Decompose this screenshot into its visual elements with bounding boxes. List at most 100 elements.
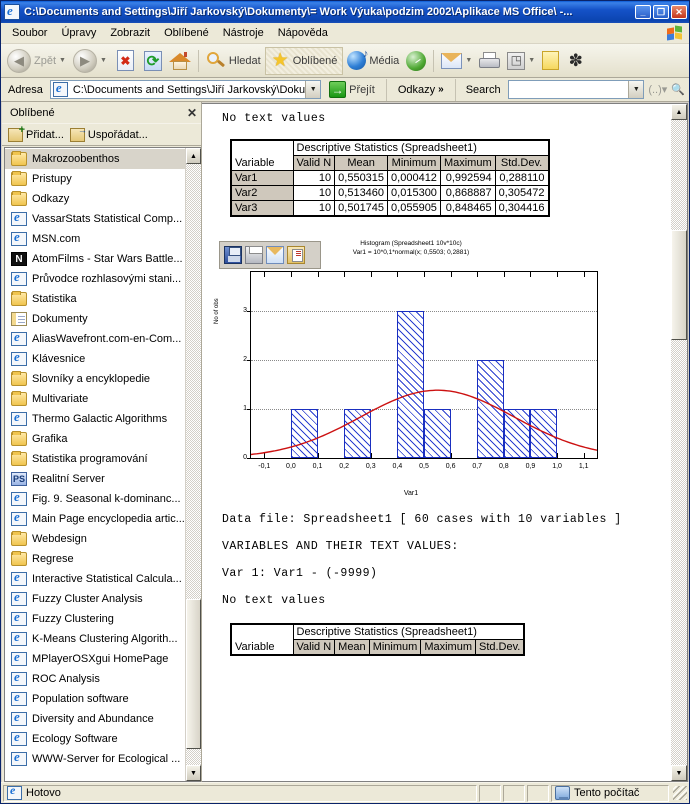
ie-shortcut-icon <box>11 229 27 246</box>
stop-button[interactable] <box>111 47 140 75</box>
list-item[interactable]: Interactive Statistical Calcula... <box>5 569 185 589</box>
content-scrollbar[interactable]: ▲ ▼ <box>671 104 687 781</box>
save-floppy-icon[interactable] <box>224 246 242 264</box>
mail-button[interactable]: ▼ <box>438 47 475 75</box>
list-item[interactable]: Makrozoobenthos <box>5 149 185 169</box>
note-button[interactable] <box>539 47 562 75</box>
search-button[interactable]: Hledat <box>203 47 264 75</box>
list-item[interactable]: Thermo Galactic Algorithms <box>5 409 185 429</box>
search-input[interactable]: ▼ <box>507 80 645 99</box>
favorites-scrollbar[interactable]: ▲ ▼ <box>185 148 201 781</box>
histogram-bar <box>397 311 424 458</box>
chevron-down-icon[interactable]: ▼ <box>628 81 644 98</box>
list-item[interactable]: MPlayerOSXgui HomePage <box>5 649 185 669</box>
print-preview-icon[interactable] <box>287 246 305 264</box>
chevron-down-icon[interactable]: ▼ <box>305 81 321 98</box>
ie-status-icon <box>7 783 22 800</box>
list-item[interactable]: Klávesnice <box>5 349 185 369</box>
chevron-double-right-icon[interactable]: » <box>438 84 444 95</box>
messenger-flower-icon <box>566 51 585 70</box>
cell-maximum: 0,868887 <box>439 185 496 201</box>
chevron-down-icon[interactable]: ▼ <box>59 57 66 64</box>
list-item[interactable]: Realitní Server <box>5 469 185 489</box>
menu-oblibene[interactable]: Oblíbené <box>157 25 216 41</box>
scroll-down-icon[interactable]: ▼ <box>671 765 687 781</box>
address-input[interactable]: C:\Documents and Settings\Jiří Jarkovský… <box>49 80 322 99</box>
list-item[interactable]: MSN.com <box>5 229 185 249</box>
favorites-pane-title: Oblíbené <box>10 106 55 119</box>
menu-soubor[interactable]: Soubor <box>5 25 54 41</box>
edit-button[interactable]: ▼ <box>504 47 538 75</box>
chevron-down-icon[interactable]: ▼ <box>100 57 107 64</box>
x-axis-tickmark-top <box>317 272 319 277</box>
list-item[interactable]: WWW-Server for Ecological ... <box>5 749 185 769</box>
email-icon[interactable] <box>266 246 284 264</box>
list-item[interactable]: Fuzzy Cluster Analysis <box>5 589 185 609</box>
chevron-down-icon[interactable]: ▼ <box>528 57 535 64</box>
column-header-std-dev: Std.Dev. <box>474 639 525 656</box>
list-item[interactable]: VassarStats Statistical Comp... <box>5 209 185 229</box>
maximize-button[interactable]: ❐ <box>653 5 669 19</box>
history-button[interactable] <box>403 47 429 75</box>
list-item[interactable]: AliasWavefront.com-en-Com... <box>5 329 185 349</box>
close-button[interactable]: ✕ <box>671 5 687 19</box>
menu-zobrazit[interactable]: Zobrazit <box>103 25 157 41</box>
status-message: Hotovo <box>26 787 61 799</box>
list-item[interactable]: Fuzzy Clustering <box>5 609 185 629</box>
list-item[interactable]: ROC Analysis <box>5 669 185 689</box>
list-item[interactable]: K-Means Clustering Algorith... <box>5 629 185 649</box>
list-item[interactable]: Odkazy <box>5 189 185 209</box>
media-button[interactable]: Média <box>344 47 402 75</box>
list-item-label: Průvodce rozhlasovými stani... <box>32 273 182 285</box>
menu-upravy[interactable]: Úpravy <box>54 25 103 41</box>
home-button[interactable] <box>166 47 194 75</box>
list-item[interactable]: Průvodce rozhlasovými stani... <box>5 269 185 289</box>
messenger-button[interactable] <box>563 47 588 75</box>
x-axis-tick: 0,2 <box>339 463 349 470</box>
list-item[interactable]: Statistika programování <box>5 449 185 469</box>
refresh-button[interactable] <box>141 47 165 75</box>
go-button[interactable]: → Přejít <box>325 80 379 100</box>
go-arrow-icon: → <box>329 81 347 98</box>
list-item[interactable]: Ecology Software <box>5 729 185 749</box>
scrollbar-thumb[interactable] <box>186 599 201 749</box>
list-item[interactable]: AtomFilms - Star Wars Battle... <box>5 249 185 269</box>
search-go-icon[interactable]: 🔍 <box>671 83 685 96</box>
list-item[interactable]: Regrese <box>5 549 185 569</box>
x-axis-tickmark-top <box>397 272 399 277</box>
forward-button[interactable]: ▶ ▼ <box>70 47 110 75</box>
ie-shortcut-icon <box>11 649 27 666</box>
status-zone-1 <box>479 784 501 802</box>
list-item[interactable]: Pristupy <box>5 169 185 189</box>
list-item[interactable]: Main Page encyclopedia artic... <box>5 509 185 529</box>
list-item[interactable]: Grafika <box>5 429 185 449</box>
print-button[interactable] <box>476 47 503 75</box>
list-item[interactable]: Statistika <box>5 289 185 309</box>
list-item-label: WWW-Server for Ecological ... <box>32 753 181 765</box>
list-item[interactable]: Diversity and Abundance <box>5 709 185 729</box>
scroll-up-icon[interactable]: ▲ <box>186 148 201 164</box>
scroll-down-icon[interactable]: ▼ <box>186 765 201 781</box>
x-axis-tick: 0,8 <box>498 463 509 470</box>
organize-favorites-button[interactable]: Uspořádat... <box>69 125 148 142</box>
add-favorite-button[interactable]: Přidat... <box>8 124 64 142</box>
links-button[interactable]: Odkazy » <box>394 84 448 96</box>
scrollbar-thumb[interactable] <box>671 230 687 340</box>
close-icon[interactable]: ✕ <box>187 106 197 120</box>
list-item[interactable]: Multivariate <box>5 389 185 409</box>
list-item[interactable]: Population software <box>5 689 185 709</box>
menu-napoveda[interactable]: Nápověda <box>271 25 335 41</box>
list-item[interactable]: Dokumenty <box>5 309 185 329</box>
search-options-icon[interactable]: (..)▾ <box>648 83 667 96</box>
minimize-button[interactable]: _ <box>635 5 651 19</box>
list-item[interactable]: Webdesign <box>5 529 185 549</box>
scroll-up-icon[interactable]: ▲ <box>671 104 687 120</box>
menu-nastroje[interactable]: Nástroje <box>216 25 271 41</box>
favorites-button[interactable]: Oblíbené <box>264 46 344 75</box>
list-item[interactable]: Fig. 9. Seasonal k-dominanc... <box>5 489 185 509</box>
print-icon[interactable] <box>245 246 263 264</box>
list-item[interactable]: Slovníky a encyklopedie <box>5 369 185 389</box>
back-button[interactable]: ◀ Zpět ▼ <box>4 47 69 75</box>
resize-grip[interactable] <box>673 786 687 800</box>
chevron-down-icon[interactable]: ▼ <box>465 57 472 64</box>
